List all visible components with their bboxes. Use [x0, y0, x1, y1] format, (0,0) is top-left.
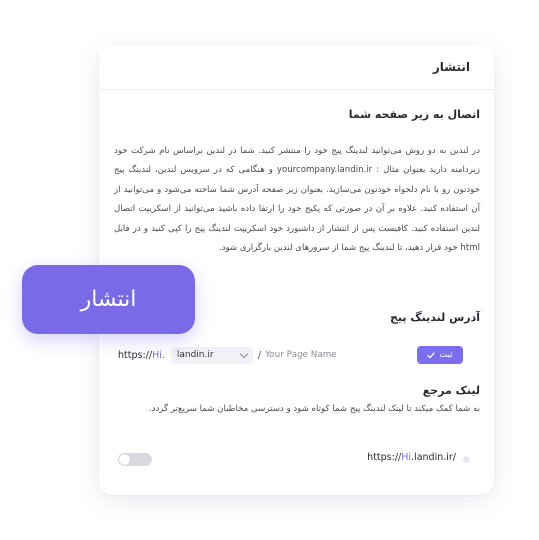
address-section-title: آدرس لندینگ پیج	[390, 311, 480, 324]
short-link-text: https://Hi.landin.ir/	[367, 452, 456, 463]
url-prefix: https://Hi.	[118, 350, 165, 361]
card-header: انتشار	[99, 45, 494, 90]
submit-button[interactable]: ثبت	[417, 346, 463, 364]
page-name-input[interactable]	[265, 350, 406, 360]
subdomain-text: Hi.	[152, 349, 165, 361]
submit-button-label: ثبت	[439, 350, 453, 360]
landing-url-row: https://Hi. landin.ir / ثبت	[118, 345, 463, 365]
card-title: انتشار	[432, 60, 470, 74]
publish-badge: انتشار	[22, 265, 195, 334]
publish-badge-label: انتشار	[80, 287, 137, 312]
domain-select-value: landin.ir	[176, 350, 214, 360]
reference-link-toggle[interactable]	[118, 453, 152, 466]
protocol-text: https://	[118, 349, 153, 361]
short-link-protocol: https://	[367, 452, 402, 463]
chevron-down-icon	[239, 349, 249, 358]
short-link-sub: Hi	[401, 452, 412, 463]
check-icon	[427, 352, 436, 358]
subdomain-description: در لندین به دو روش می‌توانید لندینگ پیج …	[114, 146, 480, 254]
subdomain-section-title: اتصال به زیر صفحه شما	[348, 108, 480, 121]
link-radio[interactable]	[463, 456, 470, 463]
reference-section-title: لینک مرجع	[422, 384, 480, 397]
path-slash: /	[257, 349, 262, 361]
domain-select[interactable]: landin.ir	[170, 346, 253, 364]
reference-description: به شما کمک میکند تا لینک لندینگ پیج شما …	[148, 404, 480, 414]
toggle-knob	[119, 454, 130, 465]
short-link-domain: .landin.ir/	[411, 452, 456, 463]
